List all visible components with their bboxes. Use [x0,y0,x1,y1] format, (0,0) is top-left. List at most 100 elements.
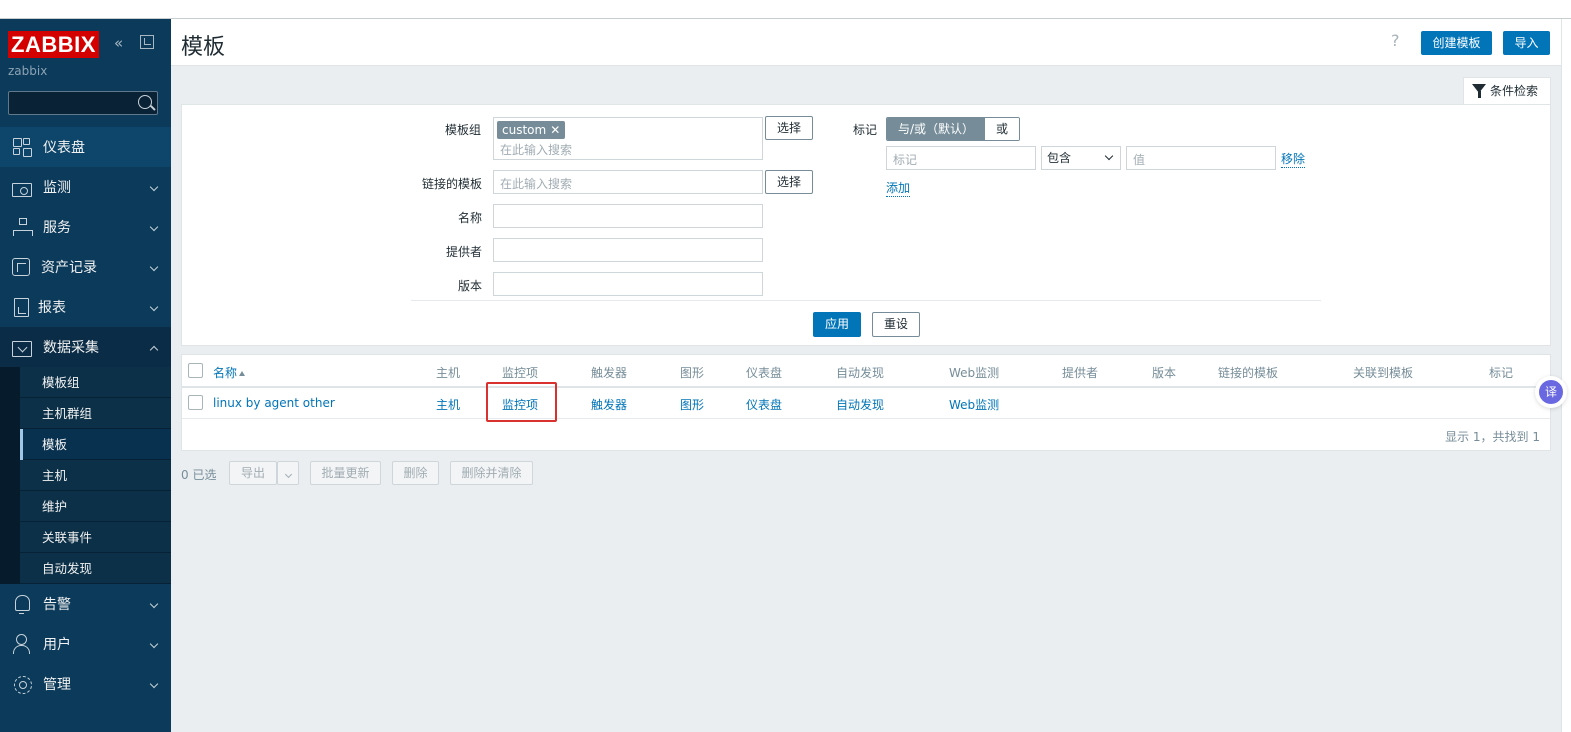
chevron-down-icon [284,470,292,479]
help-icon[interactable]: ? [1391,31,1400,50]
main-menu: 仪表盘 监测 服务 资产记录 报表 数据采集 模板组 主机群组 模板 主机 维护… [0,127,171,704]
menu-administration[interactable]: 管理 [0,664,171,704]
menu-reports[interactable]: 报表 [0,287,171,327]
server-name: zabbix [8,64,48,78]
services-icon [12,217,33,237]
template-group-search-placeholder[interactable]: 在此输入搜索 [500,141,572,158]
mass-update-button[interactable]: 批量更新 [310,461,381,485]
column-hosts: 主机 [436,366,461,380]
user-icon [12,634,32,654]
template-group-multiselect[interactable]: custom ✕ 在此输入搜索 [493,117,763,160]
sidebar-search-input[interactable] [8,91,158,115]
monitoring-icon [12,183,32,197]
top-strip [0,0,1571,19]
dashboards-link[interactable]: 仪表盘 [746,396,782,413]
version-input[interactable] [493,272,763,296]
filter-icon [1472,84,1486,98]
filter-tab[interactable]: 条件检索 [1463,77,1551,105]
tag-value-placeholder: 值 [1133,153,1146,167]
submenu-hosts[interactable]: 主机 [20,460,171,491]
column-discovery: 自动发现 [836,366,885,380]
data-collection-submenu: 模板组 主机群组 模板 主机 维护 关联事件 自动发现 [0,367,171,584]
column-tags: 标记 [1489,366,1514,380]
tag-name-input[interactable]: 标记 [886,146,1036,170]
sidebar: ZABBIX « zabbix 仪表盘 监测 服务 资产记录 报表 数据采集 模… [0,19,171,732]
hosts-link[interactable]: 主机 [436,396,460,413]
vendor-input[interactable] [493,238,763,262]
discovery-link[interactable]: 自动发现 [836,396,884,413]
column-triggers: 触发器 [591,366,628,380]
menu-monitoring[interactable]: 监测 [0,167,171,207]
linked-templates-select-button[interactable]: 选择 [765,170,813,194]
add-tag-link[interactable]: 添加 [886,179,911,197]
filter-divider [411,300,1321,301]
search-icon[interactable] [138,95,152,109]
column-graphs: 图形 [680,366,705,380]
menu-dashboard[interactable]: 仪表盘 [0,127,171,167]
column-web: Web监测 [949,366,1000,380]
kiosk-mode-icon[interactable] [140,35,154,49]
menu-inventory[interactable]: 资产记录 [0,247,171,287]
template-name-link[interactable]: linux by agent other [213,396,335,410]
gear-icon [12,674,32,694]
menu-services[interactable]: 服务 [0,207,171,247]
tag-value-input[interactable]: 值 [1126,146,1276,170]
column-vendor: 提供者 [1062,366,1099,380]
graphs-link[interactable]: 图形 [680,396,704,413]
submenu-event-correlation[interactable]: 关联事件 [20,522,171,553]
import-button[interactable]: 导入 [1503,31,1550,55]
menu-label: 仪表盘 [43,140,85,156]
collapse-sidebar-icon[interactable]: « [114,35,130,51]
selected-count: 0 已选 [181,468,217,482]
submenu-templates[interactable]: 模板 [20,429,171,460]
submenu-discovery[interactable]: 自动发现 [20,553,171,584]
delete-and-clear-button[interactable]: 删除并清除 [450,461,533,485]
vendor-label: 提供者 [446,245,483,259]
template-group-label: 模板组 [445,123,482,137]
apply-button[interactable]: 应用 [813,312,861,337]
submenu-template-groups[interactable]: 模板组 [20,367,171,398]
linked-templates-input[interactable]: 在此输入搜索 [493,170,763,194]
create-template-button[interactable]: 创建模板 [1421,31,1492,55]
header-divider [182,386,1550,388]
zabbix-logo[interactable]: ZABBIX [8,31,99,58]
column-linked-to-templates: 关联到模板 [1353,366,1414,380]
column-name-label: 名称 [213,366,238,380]
window-right-edge [1561,19,1571,732]
export-button[interactable]: 导出 [229,461,277,485]
remove-tag-link[interactable]: 移除 [1281,150,1306,168]
tag-operator-select[interactable]: 包含 [1041,146,1121,170]
menu-alerts[interactable]: 告警 [0,584,171,624]
row-checkbox[interactable] [188,395,203,410]
column-linked-templates: 链接的模板 [1218,366,1279,380]
table-footer-count: 显示 1，共找到 1 [1445,430,1540,444]
tag-name-placeholder: 标记 [893,153,918,167]
column-name[interactable]: 名称 [213,364,246,381]
template-group-select-button[interactable]: 选择 [765,116,813,140]
linked-templates-label: 链接的模板 [422,177,483,191]
column-items: 监控项 [502,366,539,380]
data-collection-icon [12,341,32,357]
reset-button[interactable]: 重设 [872,312,920,337]
triggers-link[interactable]: 触发器 [591,396,627,413]
and-or-option[interactable]: 与/或（默认） [887,118,985,140]
web-link[interactable]: Web监测 [949,396,999,413]
submenu-maintenance[interactable]: 维护 [20,491,171,522]
template-group-chip: custom ✕ [497,121,566,139]
menu-data-collection[interactable]: 数据采集 [0,327,171,367]
delete-button[interactable]: 删除 [392,461,439,485]
select-all-checkbox[interactable] [188,363,203,378]
menu-users[interactable]: 用户 [0,624,171,664]
dashboard-icon [12,137,32,157]
page-header: 模板 ? 创建模板 导入 [171,19,1561,66]
templates-table: 名称 主机 监控项 触发器 图形 仪表盘 自动发现 Web监测 提供者 版本 链… [181,354,1551,451]
export-dropdown-button[interactable] [277,461,299,485]
chip-remove-icon[interactable]: ✕ [550,123,560,137]
submenu-host-groups[interactable]: 主机群组 [20,398,171,429]
version-label: 版本 [458,279,483,293]
or-option[interactable]: 或 [985,118,1019,140]
bell-icon [12,594,32,614]
name-input[interactable] [493,204,763,228]
translate-icon[interactable]: 译 [1539,380,1563,404]
inventory-icon [12,258,30,276]
